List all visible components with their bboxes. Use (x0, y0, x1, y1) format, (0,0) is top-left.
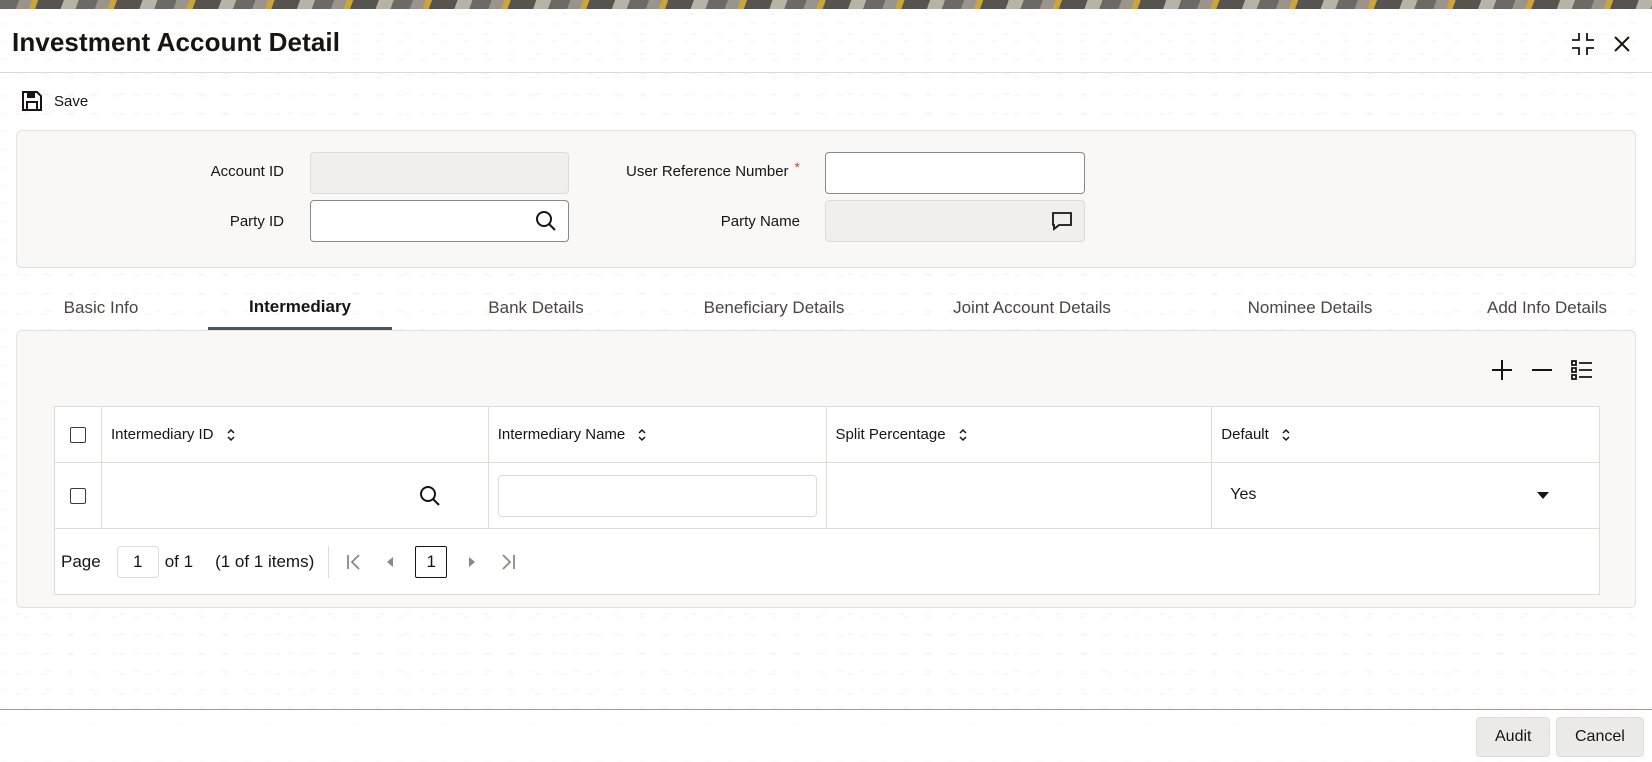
party-name-input (826, 201, 1084, 241)
select-all-cell (54, 406, 102, 463)
last-page-button[interactable] (497, 551, 519, 573)
plus-icon (1492, 360, 1512, 380)
first-page-icon (347, 553, 360, 570)
column-header-default[interactable]: Default (1211, 406, 1600, 463)
required-marker: * (794, 159, 800, 175)
first-page-button[interactable] (343, 551, 365, 573)
intermediary-table: Intermediary ID Intermediary Name Split … (54, 406, 1600, 595)
tab-beneficiary-details[interactable]: Beneficiary Details (676, 286, 872, 330)
tab-joint-account-details[interactable]: Joint Account Details (932, 286, 1132, 330)
tab-bar: Basic Info Intermediary Bank Details Ben… (16, 286, 1636, 330)
pager-divider (328, 545, 330, 578)
footer-bar: Audit Cancel (0, 709, 1652, 762)
default-select[interactable]: Yes (1212, 464, 1599, 528)
next-page-button[interactable] (461, 551, 483, 573)
table-header-row: Intermediary ID Intermediary Name Split … (54, 406, 1600, 463)
select-all-checkbox[interactable] (69, 426, 86, 443)
intermediary-id-cell[interactable] (100, 462, 489, 529)
minus-icon (1532, 369, 1552, 371)
close-button[interactable] (1607, 29, 1637, 59)
sort-icon[interactable] (958, 427, 968, 443)
intermediary-name-input[interactable] (498, 475, 816, 516)
sort-icon[interactable] (637, 427, 647, 443)
party-id-input[interactable] (311, 201, 568, 241)
save-label: Save (54, 92, 89, 110)
save-button[interactable]: Save (20, 88, 88, 114)
column-header-intermediary-name[interactable]: Intermediary Name (487, 406, 827, 463)
column-header-split-percentage[interactable]: Split Percentage (825, 406, 1213, 463)
minimize-icon (1572, 33, 1594, 55)
user-reference-number-field[interactable] (825, 152, 1085, 194)
user-reference-number-input[interactable] (826, 153, 1084, 193)
column-label: Default (1221, 426, 1269, 443)
tab-add-info-details[interactable]: Add Info Details (1462, 286, 1632, 330)
audit-button[interactable]: Audit (1476, 717, 1551, 757)
column-list-button[interactable] (1568, 356, 1596, 384)
search-icon[interactable] (534, 209, 558, 233)
party-id-field[interactable] (310, 200, 569, 242)
items-count-label: (1 of 1 items) (215, 551, 315, 571)
column-label: Intermediary Name (497, 426, 626, 443)
window-header: Investment Account Detail (0, 9, 1652, 73)
user-reference-number-label-text: User Reference Number (625, 163, 789, 180)
page-of-label: of 1 (164, 551, 194, 571)
list-icon (1571, 360, 1592, 380)
next-page-icon (469, 556, 476, 567)
header-form-panel (16, 130, 1636, 268)
grid-actions (1488, 356, 1596, 386)
account-id-input (311, 153, 568, 193)
split-percentage-cell[interactable] (825, 462, 1213, 529)
sort-icon[interactable] (1281, 427, 1291, 443)
cancel-button[interactable]: Cancel (1556, 717, 1644, 757)
user-reference-number-label: User Reference Number * (560, 159, 800, 180)
party-id-label: Party ID (229, 213, 284, 230)
default-cell: Yes (1211, 462, 1600, 529)
column-label: Intermediary ID (110, 426, 214, 443)
add-row-button[interactable] (1488, 356, 1516, 384)
pager: Page 1 of 1 (1 of 1 items) 1 (55, 545, 1599, 578)
minimize-button[interactable] (1568, 29, 1598, 59)
account-id-label: Account ID (210, 163, 284, 180)
intermediary-name-field[interactable] (497, 474, 817, 517)
default-value: Yes (1230, 485, 1257, 503)
page-label: Page (61, 551, 101, 571)
previous-page-icon (387, 556, 394, 567)
delete-row-button[interactable] (1528, 356, 1556, 384)
party-name-label: Party Name (720, 213, 800, 230)
pager-cell: Page 1 of 1 (1 of 1 items) 1 (54, 528, 1600, 595)
pager-row: Page 1 of 1 (1 of 1 items) 1 (54, 528, 1600, 595)
search-icon[interactable] (418, 484, 442, 508)
intermediary-name-cell (487, 462, 827, 529)
tab-basic-info[interactable]: Basic Info (46, 286, 156, 330)
previous-page-button[interactable] (379, 551, 401, 573)
last-page-icon (502, 553, 516, 570)
party-name-field (825, 200, 1085, 242)
row-checkbox[interactable] (69, 487, 86, 504)
page-number-input[interactable]: 1 (116, 545, 159, 578)
sort-icon[interactable] (226, 427, 236, 443)
tab-bank-details[interactable]: Bank Details (456, 286, 616, 330)
tab-nominee-details[interactable]: Nominee Details (1220, 286, 1400, 330)
row-select-cell (54, 462, 102, 529)
save-icon (22, 91, 42, 111)
account-id-field (310, 152, 569, 194)
table-row: Yes (54, 462, 1600, 529)
current-page-button[interactable]: 1 (415, 545, 448, 578)
column-label: Split Percentage (835, 426, 946, 443)
top-banner (0, 0, 1652, 9)
column-header-intermediary-id[interactable]: Intermediary ID (100, 406, 489, 463)
page-title: Investment Account Detail (12, 27, 341, 57)
tab-intermediary[interactable]: Intermediary (208, 286, 392, 330)
close-icon (1614, 36, 1630, 52)
caret-down-icon (1537, 491, 1549, 499)
comment-icon[interactable] (1050, 209, 1074, 233)
